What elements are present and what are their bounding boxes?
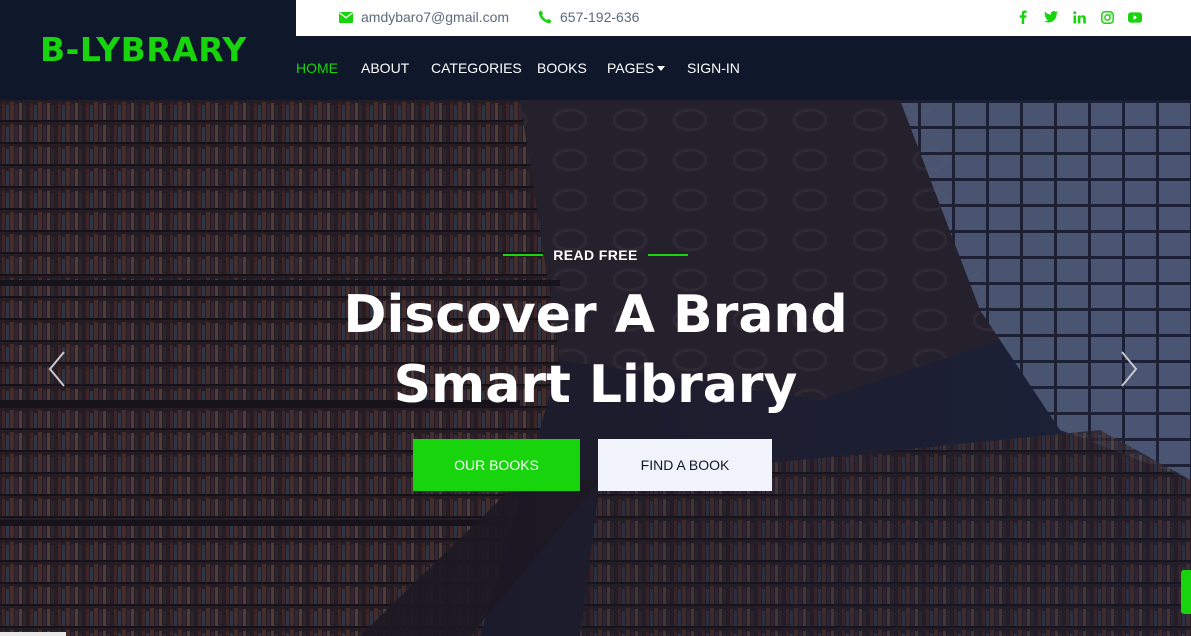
hero-carousel: READ FREE Discover A Brand Smart Library… [0, 100, 1191, 636]
carousel-next-button[interactable] [1114, 350, 1142, 393]
eyebrow-text: READ FREE [553, 247, 638, 263]
top-info-bar: amdybaro7@gmail.com 657-192-636 [296, 0, 1191, 36]
main-navigation: HOME ABOUT CATEGORIES BOOKS PAGES SIGN-I… [296, 36, 1191, 100]
contact-email[interactable]: amdybaro7@gmail.com [339, 9, 509, 25]
youtube-icon[interactable] [1128, 9, 1142, 25]
site-logo[interactable]: B-LYBRARY [40, 30, 247, 69]
contact-phone[interactable]: 657-192-636 [538, 9, 639, 25]
carousel-prev-button[interactable] [44, 350, 72, 393]
chevron-right-icon [1121, 351, 1138, 387]
bottom-strip [0, 632, 66, 636]
hero-eyebrow: READ FREE [0, 247, 1191, 263]
nav-about[interactable]: ABOUT [361, 60, 409, 76]
phone-text: 657-192-636 [560, 9, 640, 25]
envelope-icon [339, 11, 353, 23]
nav-home[interactable]: HOME [296, 60, 338, 76]
brand-block: B-LYBRARY [0, 0, 296, 100]
twitter-icon[interactable] [1044, 9, 1058, 25]
hero-title: Discover A Brand Smart Library [0, 280, 1191, 420]
chevron-left-icon [48, 351, 65, 387]
back-to-top-tab[interactable] [1181, 570, 1191, 614]
social-links [1016, 9, 1142, 25]
hero-title-line-2: Smart Library [393, 355, 798, 415]
nav-pages-dropdown[interactable]: PAGES [607, 60, 666, 76]
eyebrow-line-left [503, 254, 544, 256]
caret-down-icon [657, 66, 666, 71]
nav-categories[interactable]: CATEGORIES [431, 60, 522, 76]
linkedin-icon[interactable] [1072, 9, 1086, 25]
email-text: amdybaro7@gmail.com [361, 9, 510, 25]
phone-icon [538, 10, 552, 24]
our-books-button[interactable]: OUR BOOKS [413, 439, 580, 491]
nav-pages-label: PAGES [607, 60, 655, 76]
nav-sign-in[interactable]: SIGN-IN [687, 60, 740, 76]
facebook-icon[interactable] [1016, 9, 1030, 25]
find-a-book-button[interactable]: FIND A BOOK [598, 439, 772, 491]
eyebrow-line-right [647, 254, 688, 256]
nav-books[interactable]: BOOKS [537, 60, 587, 76]
hero-title-line-1: Discover A Brand [343, 285, 848, 345]
instagram-icon[interactable] [1100, 9, 1114, 25]
